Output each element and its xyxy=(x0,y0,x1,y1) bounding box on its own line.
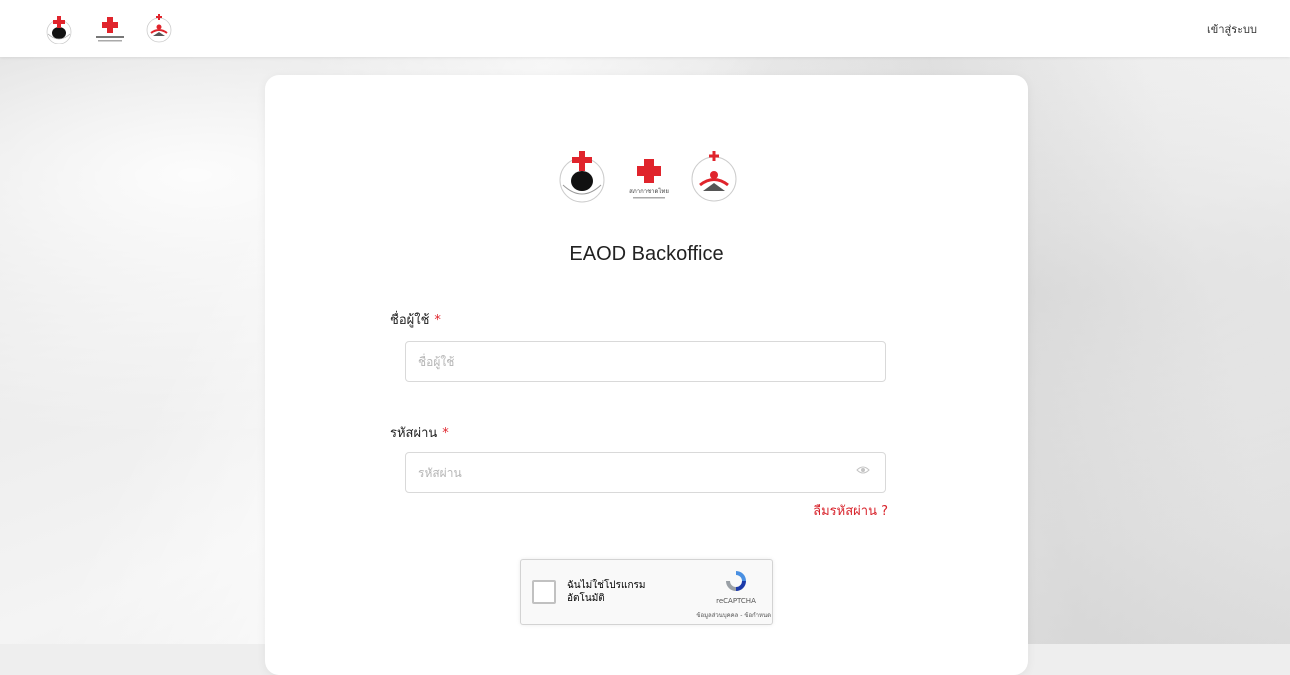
show-password-eye-icon[interactable] xyxy=(856,463,870,477)
header-logos xyxy=(42,12,174,44)
recaptcha-logo-icon xyxy=(726,571,746,591)
forgot-password-link[interactable]: ลืมรหัสผ่าน ? xyxy=(813,500,888,521)
recaptcha-checkbox[interactable] xyxy=(532,580,556,604)
top-navbar: เข้าสู่ระบบ xyxy=(0,0,1290,57)
recaptcha-brand: reCAPTCHA xyxy=(716,597,756,605)
password-input[interactable] xyxy=(405,452,886,493)
recaptcha-widget: ฉันไม่ใช่โปรแกรมอัตโนมัติ reCAPTCHA ข้อม… xyxy=(520,559,773,625)
organ-donation-center-logo[interactable] xyxy=(144,12,174,44)
eye-bank-logo[interactable] xyxy=(42,14,76,44)
password-label: รหัสผ่าน * xyxy=(390,426,449,441)
eye-bank-logo xyxy=(559,151,605,203)
thai-red-cross-text: สภากาชาดไทย xyxy=(629,187,669,195)
thai-red-cross-logo: สภากาชาดไทย xyxy=(629,159,669,199)
username-label: ชื่อผู้ใช้ * xyxy=(390,313,441,328)
login-card: สภากาชาดไทย EAOD Backoffice ชื่อผู้ใช้ * … xyxy=(265,75,1028,675)
card-logos: สภากาชาดไทย xyxy=(553,147,741,205)
required-mark: * xyxy=(442,426,449,441)
login-link[interactable]: เข้าสู่ระบบ xyxy=(1207,20,1257,38)
page-title: EAOD Backoffice xyxy=(569,243,724,265)
thai-red-cross-logo[interactable] xyxy=(94,16,126,44)
recaptcha-terms-links[interactable]: ข้อมูลส่วนบุคคล - ข้อกำหนด xyxy=(671,610,771,620)
organ-donation-center-logo xyxy=(691,151,737,202)
required-mark: * xyxy=(434,313,441,328)
recaptcha-label: ฉันไม่ใช่โปรแกรมอัตโนมัติ xyxy=(567,580,646,604)
username-input[interactable] xyxy=(405,341,886,382)
